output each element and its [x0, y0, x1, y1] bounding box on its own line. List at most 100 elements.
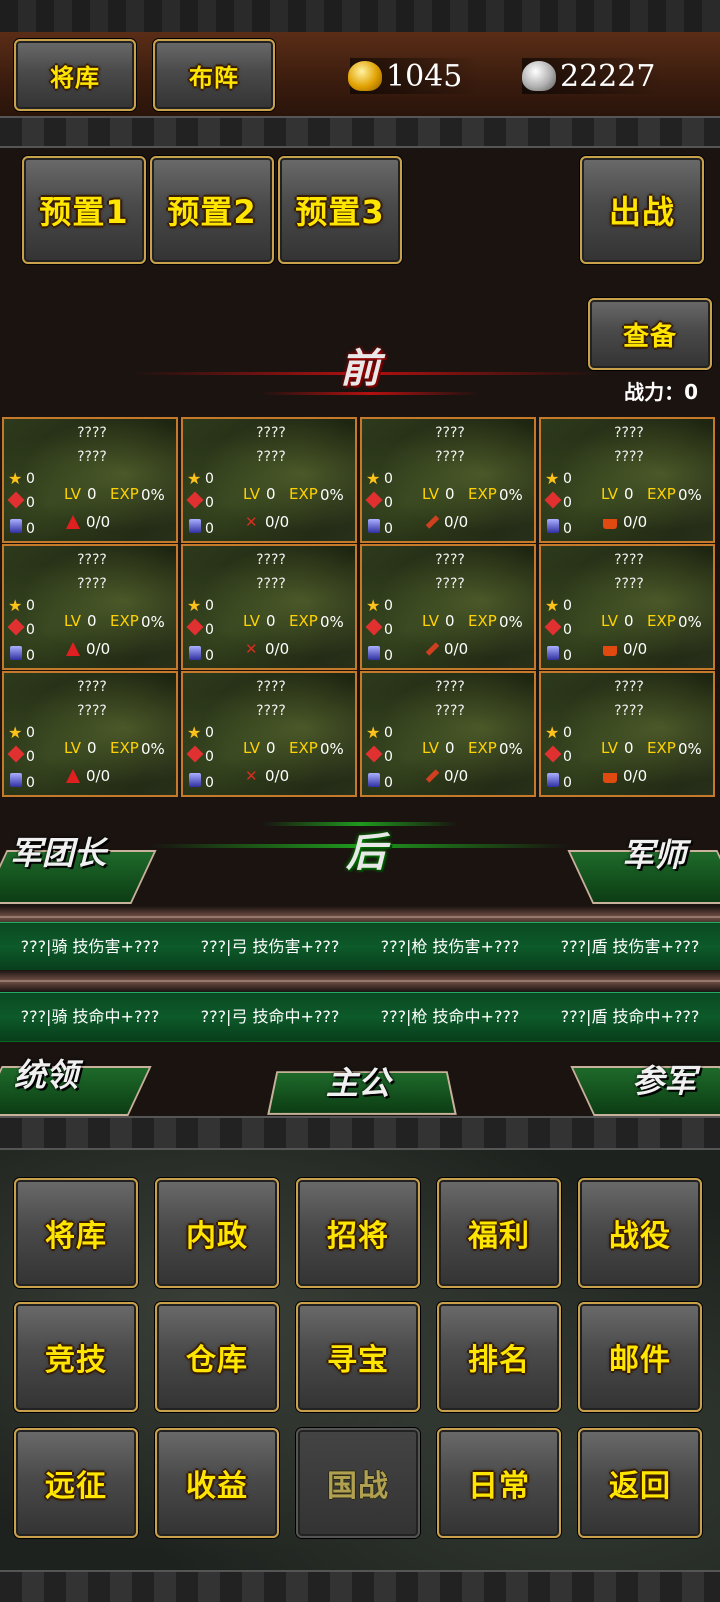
level-value: 0 — [445, 485, 455, 503]
star-icon: ★ — [366, 723, 381, 742]
star-icon: ★ — [366, 596, 381, 615]
exp-value: 0% — [499, 613, 523, 631]
menu-button[interactable]: 仓库 — [155, 1302, 279, 1412]
hero-slot-card[interactable]: ???????? ★ 0 LV 0 EXP 0% 0 0 0/0 — [2, 544, 178, 670]
hero-slot-card[interactable]: ???????? ★ 0 LV 0 EXP 0% 0 0 0/0 — [360, 417, 536, 543]
hero-slot-card[interactable]: ???????? ★ 0 LV 0 EXP 0% 0 0 ✕ 0/0 — [181, 417, 357, 543]
commander-label: 统领 — [14, 1056, 79, 1094]
troop-type-icon — [425, 769, 440, 783]
attack-sword-icon — [186, 618, 204, 636]
hero-slot-card[interactable]: ???????? ★ 0 LV 0 EXP 0% 0 0 0/0 — [539, 417, 715, 543]
menu-button[interactable]: 竞技 — [14, 1302, 138, 1412]
star-icon: ★ — [187, 723, 202, 742]
attack-value: 0 — [563, 622, 572, 638]
attack-sword-icon — [186, 491, 204, 509]
warehouse-tab-button[interactable]: 将库 — [14, 39, 136, 111]
menu-button[interactable]: 国战 — [296, 1428, 420, 1538]
menu-button[interactable]: 将库 — [14, 1178, 138, 1288]
attack-value: 0 — [384, 622, 393, 638]
attack-sword-icon — [544, 618, 562, 636]
level-label: LV — [243, 612, 260, 630]
defense-value: 0 — [205, 775, 214, 791]
attack-value: 0 — [205, 495, 214, 511]
defense-value: 0 — [205, 648, 214, 664]
formation-tab-button[interactable]: 布阵 — [153, 39, 275, 111]
exp-label: EXP — [289, 739, 318, 757]
exp-label: EXP — [110, 739, 139, 757]
level-label: LV — [601, 739, 618, 757]
troop-type-icon: ✕ — [245, 767, 258, 785]
hero-slot-card[interactable]: ???????? ★ 0 LV 0 EXP 0% 0 0 0/0 — [539, 671, 715, 797]
exp-value: 0% — [320, 613, 344, 631]
hero-name-2: ???? — [256, 576, 286, 592]
hero-name-2: ???? — [435, 576, 465, 592]
exp-value: 0% — [499, 740, 523, 758]
exp-value: 0% — [320, 740, 344, 758]
hero-name-2: ???? — [77, 449, 107, 465]
menu-button[interactable]: 寻宝 — [296, 1302, 420, 1412]
menu-button[interactable]: 远征 — [14, 1428, 138, 1538]
lord-label: 主公 — [326, 1064, 391, 1102]
check-equipment-button[interactable]: 查备 — [588, 298, 712, 370]
hero-name-2: ???? — [614, 703, 644, 719]
level-value: 0 — [266, 612, 276, 630]
spear-damage-bonus: ???|枪 技伤害+??? — [380, 937, 520, 956]
hero-name-1: ???? — [614, 679, 644, 695]
defense-icon — [189, 646, 201, 660]
defense-value: 0 — [26, 775, 35, 791]
adviser-label: 参军 — [632, 1062, 697, 1100]
attack-sword-icon — [365, 618, 383, 636]
menu-button[interactable]: 排名 — [437, 1302, 561, 1412]
hero-slot-card[interactable]: ???????? ★ 0 LV 0 EXP 0% 0 0 0/0 — [2, 417, 178, 543]
defense-value: 0 — [384, 521, 393, 537]
cavalry-hit-bonus: ???|骑 技命中+??? — [20, 1007, 160, 1026]
troop-count: 0/0 — [86, 640, 111, 658]
hero-slot-card[interactable]: ???????? ★ 0 LV 0 EXP 0% 0 0 0/0 — [2, 671, 178, 797]
defense-icon — [368, 773, 380, 787]
star-value: 0 — [205, 471, 214, 487]
preset-3-button[interactable]: 预置3 — [278, 156, 402, 264]
defense-value: 0 — [384, 648, 393, 664]
gold-amount: 1045 — [386, 58, 463, 94]
menu-button[interactable]: 收益 — [155, 1428, 279, 1538]
menu-button[interactable]: 战役 — [578, 1178, 702, 1288]
level-label: LV — [422, 739, 439, 757]
defense-icon — [547, 773, 559, 787]
hero-slot-card[interactable]: ???????? ★ 0 LV 0 EXP 0% 0 0 0/0 — [360, 671, 536, 797]
preset-2-button[interactable]: 预置2 — [150, 156, 274, 264]
menu-button[interactable]: 返回 — [578, 1428, 702, 1538]
defense-icon — [368, 519, 380, 533]
silver-display: 22227 — [522, 56, 655, 96]
hero-slot-card[interactable]: ???????? ★ 0 LV 0 EXP 0% 0 0 ✕ 0/0 — [181, 671, 357, 797]
troop-type-icon — [603, 646, 617, 656]
defense-value: 0 — [384, 775, 393, 791]
back-row-title: 后 — [346, 829, 386, 876]
level-value: 0 — [445, 612, 455, 630]
level-label: LV — [422, 485, 439, 503]
menu-button[interactable]: 内政 — [155, 1178, 279, 1288]
deploy-button[interactable]: 出战 — [580, 156, 704, 264]
main-menu-bottom-border — [0, 1570, 720, 1602]
menu-button[interactable]: 招将 — [296, 1178, 420, 1288]
defense-icon — [10, 519, 22, 533]
preset-1-button[interactable]: 预置1 — [22, 156, 146, 264]
troop-count: 0/0 — [265, 640, 290, 658]
attack-sword-icon — [365, 745, 383, 763]
hero-name-2: ???? — [435, 449, 465, 465]
menu-button[interactable]: 日常 — [437, 1428, 561, 1538]
exp-value: 0% — [320, 486, 344, 504]
menu-button[interactable]: 邮件 — [578, 1302, 702, 1412]
hero-name-1: ???? — [435, 679, 465, 695]
hero-name-1: ???? — [614, 552, 644, 568]
hero-name-1: ???? — [256, 552, 286, 568]
exp-value: 0% — [678, 740, 702, 758]
hero-slot-card[interactable]: ???????? ★ 0 LV 0 EXP 0% 0 0 0/0 — [539, 544, 715, 670]
hero-slot-card[interactable]: ???????? ★ 0 LV 0 EXP 0% 0 0 0/0 — [360, 544, 536, 670]
cavalry-damage-bonus: ???|骑 技伤害+??? — [20, 937, 160, 956]
defense-icon — [189, 519, 201, 533]
attack-sword-icon — [7, 618, 25, 636]
troop-type-icon — [66, 515, 80, 529]
menu-button[interactable]: 福利 — [437, 1178, 561, 1288]
attack-sword-icon — [186, 745, 204, 763]
hero-slot-card[interactable]: ???????? ★ 0 LV 0 EXP 0% 0 0 ✕ 0/0 — [181, 544, 357, 670]
